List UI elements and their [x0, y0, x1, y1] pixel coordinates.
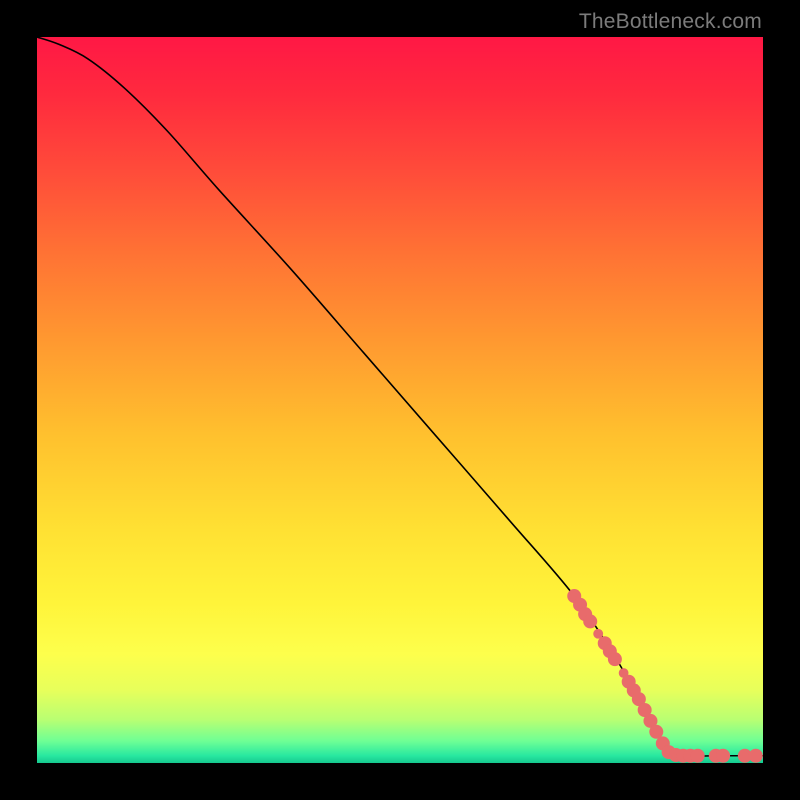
chart-svg [37, 37, 763, 763]
data-marker [583, 614, 597, 628]
data-marker [716, 749, 730, 763]
bottleneck-curve [37, 37, 763, 756]
data-marker [608, 652, 622, 666]
chart-container: TheBottleneck.com [0, 0, 800, 800]
plot-area [37, 37, 763, 763]
attribution-text: TheBottleneck.com [579, 10, 762, 34]
data-marker [749, 749, 763, 763]
data-marker [691, 749, 705, 763]
